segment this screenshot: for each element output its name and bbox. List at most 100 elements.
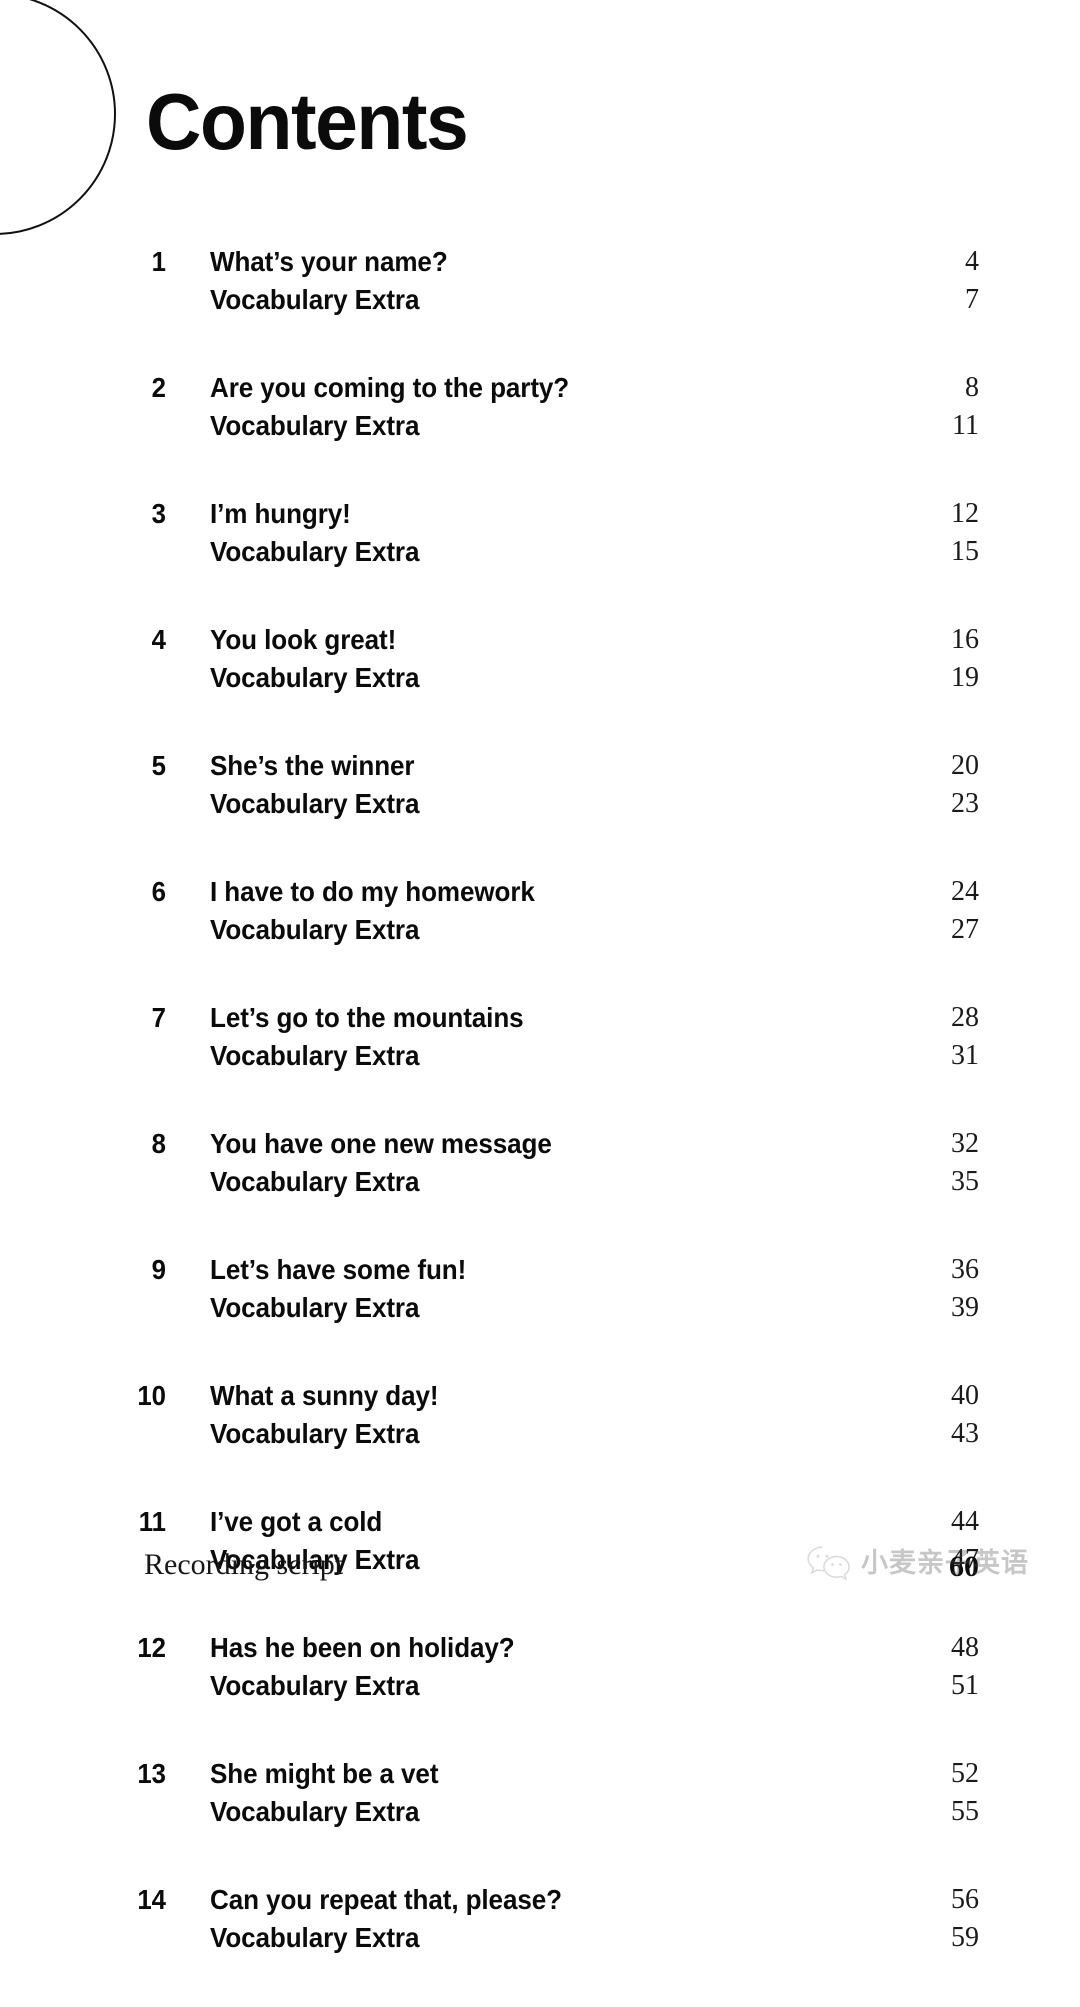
toc-unit-group: 9 Let’s have some fun! 36 Vocabulary Extra 3… [0, 1251, 1080, 1327]
unit-title[interactable]: Let’s have some fun! [210, 1251, 466, 1289]
unit-number: 12 [137, 1632, 166, 1663]
toc-subentry-row[interactable]: Vocabulary Extra 51 [0, 1667, 1080, 1705]
toc-entry-row[interactable]: 2 Are you coming to the party? 8 [0, 369, 1080, 407]
vocabulary-extra-label[interactable]: Vocabulary Extra [210, 785, 419, 823]
toc-entry-row[interactable]: 8 You have one new message 32 [0, 1125, 1080, 1163]
unit-title[interactable]: You look great! [210, 621, 396, 659]
unit-number: 5 [151, 750, 166, 781]
vocabulary-extra-page-number: 51 [951, 1670, 979, 1701]
unit-number: 14 [137, 1884, 166, 1915]
toc-subentry-row[interactable]: Vocabulary Extra 59 [0, 1919, 1080, 1957]
toc-entry-row[interactable]: 12 Has he been on holiday? 48 [0, 1629, 1080, 1667]
toc-subentry-row[interactable]: Vocabulary Extra 7 [0, 281, 1080, 319]
toc-unit-group: 3 I’m hungry! 12 Vocabulary Extra 15 [0, 495, 1080, 571]
unit-page-number: 4 [965, 246, 979, 277]
unit-page-number: 12 [951, 498, 979, 529]
toc-entry-row[interactable]: 6 I have to do my homework 24 [0, 873, 1080, 911]
unit-number: 4 [151, 624, 166, 655]
corner-circle-decoration [0, 0, 116, 235]
toc-subentry-row[interactable]: Vocabulary Extra 55 [0, 1793, 1080, 1831]
unit-title[interactable]: Let’s go to the mountains [210, 999, 524, 1037]
vocabulary-extra-label[interactable]: Vocabulary Extra [210, 1163, 419, 1201]
toc-entry-row[interactable]: 11 I’ve got a cold 44 [0, 1503, 1080, 1541]
toc-subentry-row[interactable]: Vocabulary Extra 31 [0, 1037, 1080, 1075]
toc-entry-row[interactable]: 9 Let’s have some fun! 36 [0, 1251, 1080, 1289]
vocabulary-extra-page-number: 55 [951, 1796, 979, 1827]
unit-number: 8 [151, 1128, 166, 1159]
unit-page-number: 24 [951, 876, 979, 907]
vocabulary-extra-page-number: 35 [951, 1166, 979, 1197]
toc-subentry-row[interactable]: Vocabulary Extra 39 [0, 1289, 1080, 1327]
unit-title[interactable]: You have one new message [210, 1125, 552, 1163]
unit-title[interactable]: Can you repeat that, please? [210, 1881, 562, 1919]
unit-page-number: 40 [951, 1380, 979, 1411]
unit-number: 11 [138, 1506, 166, 1537]
vocabulary-extra-page-number: 11 [952, 410, 979, 441]
vocabulary-extra-page-number: 43 [951, 1418, 979, 1449]
toc-unit-group: 12 Has he been on holiday? 48 Vocabulary Ex… [0, 1629, 1080, 1705]
unit-title[interactable]: She’s the winner [210, 747, 415, 785]
recording-script-label: Recording script [144, 1548, 344, 1581]
vocabulary-extra-label[interactable]: Vocabulary Extra [210, 533, 419, 571]
vocabulary-extra-page-number: 39 [951, 1292, 979, 1323]
vocabulary-extra-label[interactable]: Vocabulary Extra [210, 659, 419, 697]
vocabulary-extra-label[interactable]: Vocabulary Extra [210, 1793, 419, 1831]
unit-title[interactable]: I’m hungry! [210, 495, 351, 533]
vocabulary-extra-label[interactable]: Vocabulary Extra [210, 1415, 419, 1453]
page-title: Contents [146, 76, 469, 166]
unit-page-number: 32 [951, 1128, 979, 1159]
unit-page-number: 52 [951, 1758, 979, 1789]
toc-entry-row[interactable]: 13 She might be a vet 52 [0, 1755, 1080, 1793]
unit-number: 3 [151, 498, 166, 529]
toc-subentry-row[interactable]: Vocabulary Extra 15 [0, 533, 1080, 571]
unit-title[interactable]: Are you coming to the party? [210, 369, 569, 407]
unit-title[interactable]: She might be a vet [210, 1755, 438, 1793]
unit-page-number: 8 [965, 372, 979, 403]
unit-page-number: 36 [951, 1254, 979, 1285]
unit-title[interactable]: What’s your name? [210, 243, 448, 281]
vocabulary-extra-label[interactable]: Vocabulary Extra [210, 1289, 419, 1327]
unit-title[interactable]: Has he been on holiday? [210, 1629, 515, 1667]
unit-number: 6 [151, 876, 166, 907]
toc-unit-group: 6 I have to do my homework 24 Vocabulary Ex… [0, 873, 1080, 949]
unit-page-number: 16 [951, 624, 979, 655]
vocabulary-extra-label[interactable]: Vocabulary Extra [210, 1667, 419, 1705]
vocabulary-extra-page-number: 7 [965, 284, 979, 315]
toc-subentry-row[interactable]: Vocabulary Extra 43 [0, 1415, 1080, 1453]
footer-page-number: 60 [949, 1550, 979, 1583]
vocabulary-extra-label[interactable]: Vocabulary Extra [210, 911, 419, 949]
toc-unit-group: 10 What a sunny day! 40 Vocabulary Extra 43 [0, 1377, 1080, 1453]
toc-unit-group: 5 She’s the winner 20 Vocabulary Extra 23 [0, 747, 1080, 823]
unit-number: 7 [151, 1002, 166, 1033]
toc-entry-row[interactable]: 10 What a sunny day! 40 [0, 1377, 1080, 1415]
toc-subentry-row[interactable]: Vocabulary Extra 23 [0, 785, 1080, 823]
toc-entry-row[interactable]: 3 I’m hungry! 12 [0, 495, 1080, 533]
vocabulary-extra-label[interactable]: Vocabulary Extra [210, 1919, 419, 1957]
vocabulary-extra-page-number: 27 [951, 914, 979, 945]
toc-entry-row[interactable]: 1 What’s your name? 4 [0, 243, 1080, 281]
toc-subentry-row[interactable]: Vocabulary Extra 11 [0, 407, 1080, 445]
toc-subentry-row[interactable]: Vocabulary Extra 35 [0, 1163, 1080, 1201]
vocabulary-extra-label[interactable]: Vocabulary Extra [210, 281, 419, 319]
toc-entry-row[interactable]: 7 Let’s go to the mountains 28 [0, 999, 1080, 1037]
toc-entry-row[interactable]: 4 You look great! 16 [0, 621, 1080, 659]
vocabulary-extra-page-number: 31 [951, 1040, 979, 1071]
toc-subentry-row[interactable]: Vocabulary Extra 19 [0, 659, 1080, 697]
toc-unit-group: 7 Let’s go to the mountains 28 Vocabulary E… [0, 999, 1080, 1075]
contents-list: 1 What’s your name? 4 Vocabulary Extra 7 2 Are… [0, 243, 1080, 2007]
unit-title[interactable]: What a sunny day! [210, 1377, 439, 1415]
unit-title[interactable]: I have to do my homework [210, 873, 535, 911]
unit-title[interactable]: I’ve got a cold [210, 1503, 382, 1541]
unit-page-number: 56 [951, 1884, 979, 1915]
toc-entry-row[interactable]: 5 She’s the winner 20 [0, 747, 1080, 785]
unit-number: 13 [137, 1758, 166, 1789]
toc-unit-group: 13 She might be a vet 52 Vocabulary Extra 55 [0, 1755, 1080, 1831]
footer: Recording script 60 [0, 1543, 1080, 1591]
vocabulary-extra-label[interactable]: Vocabulary Extra [210, 407, 419, 445]
toc-subentry-row[interactable]: Vocabulary Extra 27 [0, 911, 1080, 949]
vocabulary-extra-label[interactable]: Vocabulary Extra [210, 1037, 419, 1075]
vocabulary-extra-page-number: 19 [951, 662, 979, 693]
unit-page-number: 20 [951, 750, 979, 781]
unit-number: 2 [151, 372, 166, 403]
toc-entry-row[interactable]: 14 Can you repeat that, please? 56 [0, 1881, 1080, 1919]
